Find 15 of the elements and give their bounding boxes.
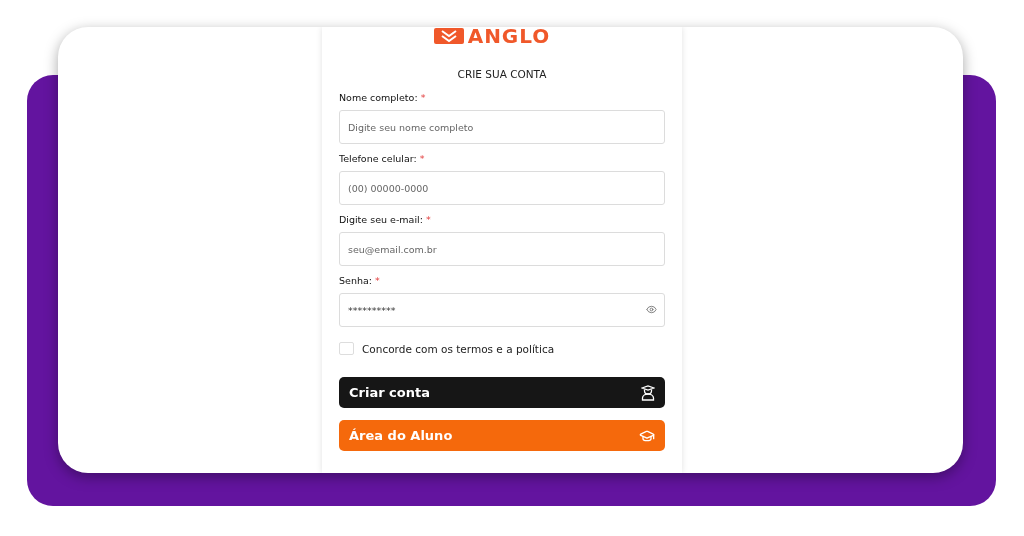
terms-label: Concorde com os termos e a política [362, 342, 555, 355]
input-field[interactable]: (00) 00000-0000 [339, 171, 665, 205]
eye-icon[interactable] [646, 304, 657, 315]
field-label: Senha: * [339, 275, 381, 286]
input-field[interactable]: seu@email.com.br [339, 232, 665, 266]
password-field[interactable]: ********** [339, 293, 665, 327]
logo-text: ANGLO [467, 27, 551, 45]
input-field[interactable]: Digite seu nome completo [339, 110, 665, 144]
form-heading: CRIE SUA CONTA [456, 68, 548, 80]
create-account-button[interactable]: Criar conta [339, 377, 665, 408]
checkbox[interactable] [339, 342, 354, 355]
student-icon [641, 384, 655, 401]
field-label: Nome completo: * [339, 92, 427, 103]
field-label: Telefone celular: * [339, 153, 426, 164]
field-label: Digite seu e-mail: * [339, 214, 432, 225]
